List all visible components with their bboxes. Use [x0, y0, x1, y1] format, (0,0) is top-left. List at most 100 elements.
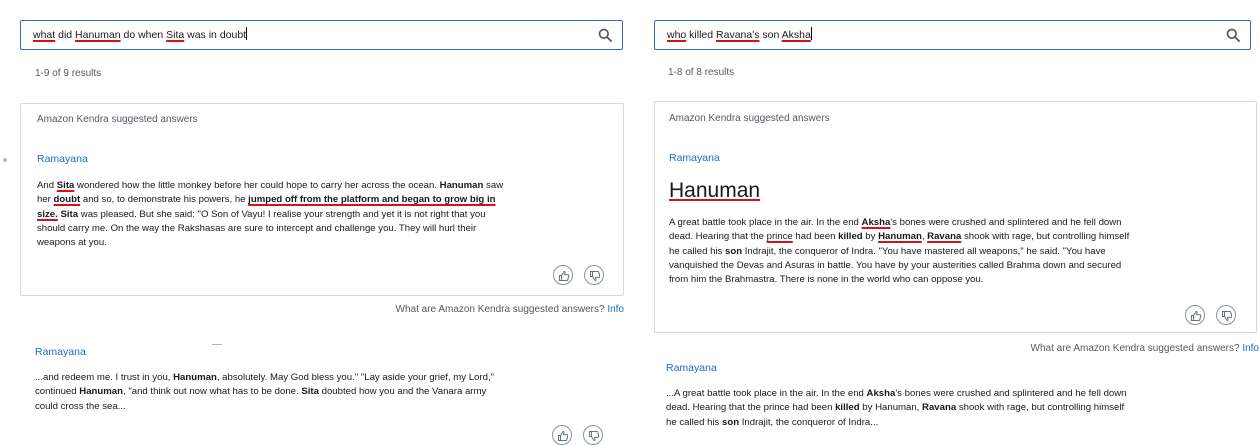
suggested-answers-footnote: What are Amazon Kendra suggested answers… — [396, 304, 624, 315]
highlighted-term: Sita — [60, 208, 79, 220]
excerpt-line: should carry me. On the way the Rakshasa… — [37, 222, 617, 236]
query-segment: what — [33, 29, 56, 41]
result-doc-link[interactable]: Ramayana — [35, 346, 86, 358]
excerpt-text: and so, to demonstrate his powers, he — [80, 194, 249, 206]
excerpt-line: could cross the sea... — [35, 400, 615, 414]
excerpt-text: dead. Hearing that the — [669, 231, 767, 243]
search-icon[interactable] — [598, 28, 612, 42]
query-segment: Ravana's — [716, 29, 760, 41]
suggested-excerpt: A great battle took place in the air. In… — [669, 216, 1253, 287]
suggested-answers-title: Amazon Kendra suggested answers — [669, 113, 830, 124]
excerpt-line: size. Sita was pleased. But she said: "O… — [37, 208, 617, 222]
excerpt-text: ...and redeem me. I trust in you, — [35, 372, 174, 383]
highlighted-term: Ravana — [922, 402, 957, 414]
result-excerpt: ...and redeem me. I trust in you, Hanuma… — [35, 371, 615, 414]
excerpt-line: her doubt and so, to demonstrate his pow… — [37, 193, 617, 207]
search-query: what did Hanuman do when Sita was in dou… — [33, 29, 246, 41]
query-segment: did — [55, 29, 76, 41]
highlighted-term: Aksha — [861, 217, 891, 228]
suggested-doc-link[interactable]: Ramayana — [669, 152, 720, 164]
search-input[interactable]: who killed Ravana's son Aksha — [654, 20, 1251, 50]
thumbs-down-button[interactable] — [1216, 305, 1236, 325]
highlighted-term: Hanuman — [878, 231, 922, 243]
result-excerpt: ...A great battle took place in the air.… — [666, 387, 1251, 430]
thumbs-up-button[interactable] — [552, 425, 572, 445]
excerpt-text: could cross the sea... — [35, 400, 126, 412]
left-search-panel: what did Hanuman do when Sita was in dou… — [0, 0, 630, 445]
search-query: who killed Ravana's son Aksha — [667, 29, 811, 41]
excerpt-text: shook with rage, but controlling himself — [961, 231, 1130, 243]
highlighted-term: killed — [838, 231, 863, 243]
right-search-panel: who killed Ravana's son Aksha 1-8 of 8 r… — [632, 0, 1259, 445]
highlighted-term: Sita — [301, 386, 319, 398]
thumbs-down-button[interactable] — [584, 265, 604, 285]
result-doc-link[interactable]: Ramayana — [666, 362, 717, 374]
highlighted-term: doubt — [53, 194, 81, 206]
excerpt-text: her — [37, 194, 54, 206]
excerpt-text: by Hanuman, — [859, 402, 923, 414]
query-segment: do when — [120, 29, 167, 41]
thumbs-down-icon — [590, 271, 601, 282]
thumbs-up-button[interactable] — [1185, 305, 1205, 325]
suggested-doc-link[interactable]: Ramayana — [37, 153, 88, 165]
excerpt-text: ...A great battle took place in the air.… — [666, 388, 867, 399]
excerpt-text: should carry me. On the way the Rakshasa… — [37, 222, 477, 234]
excerpt-text: Indrajit, the conqueror of Indra. "You h… — [742, 245, 1106, 257]
highlighted-term: Sita — [56, 180, 75, 191]
query-segment: killed — [686, 29, 717, 41]
excerpt-line: he called his son Indrajit, the conquero… — [666, 416, 1251, 430]
highlighted-term: son — [725, 245, 743, 257]
suggested-excerpt: And Sita wondered how the little monkey … — [37, 179, 617, 250]
thumbs-down-icon — [1222, 311, 1233, 322]
excerpt-text: dead. Hearing that the prince had been — [666, 402, 836, 414]
excerpt-text: Indrajit, the conqueror of Indra... — [739, 416, 879, 428]
edge-dot — [3, 158, 7, 162]
search-icon[interactable] — [1226, 28, 1240, 42]
thumbs-up-icon — [558, 430, 569, 441]
highlighted-term: jumped off from the platform and began t… — [248, 194, 496, 206]
excerpt-line: continued Hanuman, "and think out now wh… — [35, 385, 615, 399]
excerpt-text: wondered how the little monkey before he… — [74, 180, 440, 191]
suggested-answers-card: Amazon Kendra suggested answers Ramayana… — [654, 101, 1257, 333]
text-caret — [810, 27, 812, 40]
excerpt-line: ...and redeem me. I trust in you, Hanuma… — [35, 371, 615, 385]
excerpt-text: , absolutely. May God bless you." "Lay a… — [216, 372, 495, 383]
excerpt-text: 's bones were crushed and splintered and… — [890, 217, 1122, 228]
thumbs-down-button[interactable] — [583, 425, 603, 445]
highlighted-term: Hanuman — [79, 386, 123, 398]
excerpt-text: weapons at you. — [37, 237, 107, 249]
excerpt-text: doubted how you and the Vanara army — [318, 386, 487, 398]
suggested-answers-footnote: What are Amazon Kendra suggested answers… — [1031, 343, 1259, 354]
excerpt-line: from him the Brahmastra. There is none i… — [669, 273, 1253, 287]
excerpt-line: he called his son Indrajit, the conquero… — [669, 245, 1253, 259]
highlighted-term: son — [722, 416, 740, 428]
query-segment: was in doubt — [184, 29, 247, 41]
text-caret — [246, 27, 248, 40]
thumbs-up-button[interactable] — [553, 265, 573, 285]
query-segment: Aksha — [781, 29, 811, 41]
excerpt-line: vanquished the Devas and Asuras in battl… — [669, 259, 1253, 273]
highlighted-term: Hanuman — [439, 180, 484, 191]
excerpt-text: A great battle took place in the air. In… — [669, 217, 862, 228]
excerpt-text: vanquished the Devas and Asuras in battl… — [669, 259, 1122, 271]
search-input[interactable]: what did Hanuman do when Sita was in dou… — [20, 20, 623, 50]
suggested-answers-title: Amazon Kendra suggested answers — [37, 114, 198, 125]
excerpt-text: , "and think out now what has to be done… — [123, 386, 302, 398]
result-count: 1-8 of 8 results — [668, 67, 735, 78]
query-segment: Sita — [166, 29, 185, 41]
info-link[interactable]: Info — [607, 304, 624, 315]
excerpt-text: by — [862, 231, 879, 243]
excerpt-text: from him the Brahmastra. There is none i… — [669, 274, 984, 286]
footnote-text: What are Amazon Kendra suggested answers… — [395, 304, 605, 315]
highlighted-term: Ravana — [927, 231, 962, 243]
excerpt-text: had been — [792, 231, 839, 243]
footnote-text: What are Amazon Kendra suggested answers… — [1030, 343, 1240, 354]
excerpt-line: weapons at you. — [37, 236, 617, 250]
divider-mark — [212, 344, 222, 345]
thumbs-up-icon — [559, 270, 570, 281]
suggested-answer-text: Hanuman — [669, 179, 761, 202]
excerpt-text: prince — [766, 231, 793, 243]
excerpt-text: he called his — [666, 416, 722, 428]
excerpt-text: shook with rage, but controlling himself — [956, 402, 1125, 414]
info-link[interactable]: Info — [1242, 343, 1259, 354]
